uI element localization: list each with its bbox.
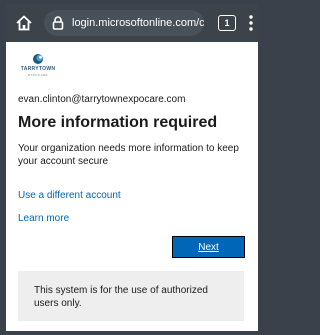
tab-count: 1 bbox=[224, 18, 230, 28]
brand-name: TARRYTOWN bbox=[20, 66, 56, 72]
brand-logo: TARRYTOWN EXPOCARE bbox=[18, 53, 58, 81]
notice-text: This system is for the use of authorized… bbox=[34, 285, 208, 309]
brand-tagline: EXPOCARE bbox=[28, 73, 48, 77]
use-different-account-link[interactable]: Use a different account bbox=[18, 190, 121, 201]
lock-icon bbox=[52, 16, 64, 30]
menu-icon[interactable] bbox=[248, 13, 254, 33]
account-email: evan.clinton@tarrytownexpocare.com bbox=[18, 94, 186, 105]
page-description: Your organization needs more information… bbox=[18, 143, 239, 167]
address-bar[interactable]: login.microsoftonline.com/c bbox=[44, 10, 204, 36]
sign-in-card: TARRYTOWN EXPOCARE evan.clinton@tarrytow… bbox=[6, 42, 258, 331]
browser-toolbar: login.microsoftonline.com/c 1 bbox=[6, 4, 258, 42]
learn-more-link[interactable]: Learn more bbox=[18, 213, 69, 224]
tabs-icon[interactable]: 1 bbox=[218, 15, 236, 31]
notice-box: This system is for the use of authorized… bbox=[18, 271, 244, 321]
logo-mark-icon bbox=[33, 54, 43, 64]
url-text: login.microsoftonline.com/c bbox=[72, 17, 204, 29]
next-button[interactable]: Next bbox=[172, 236, 245, 258]
phone-screen: login.microsoftonline.com/c 1 TARRYTOWN … bbox=[0, 0, 260, 335]
page-title: More information required bbox=[18, 114, 218, 131]
home-icon[interactable] bbox=[14, 13, 34, 33]
